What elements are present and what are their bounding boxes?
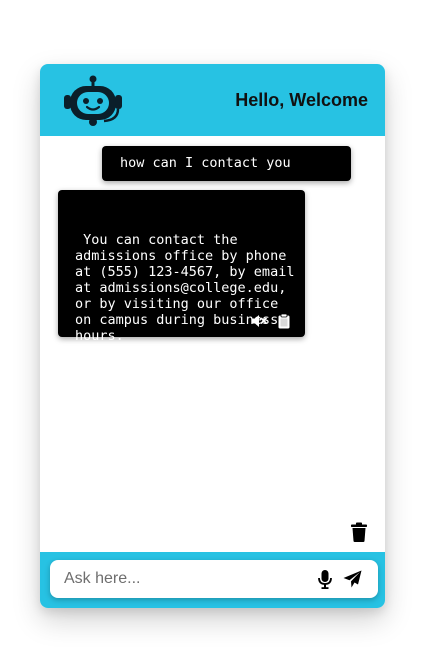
user-message-bubble: how can I contact you xyxy=(102,146,351,181)
chat-messages-area: how can I contact you You can contact th… xyxy=(40,136,385,552)
bot-message-actions xyxy=(251,313,292,329)
trash-icon[interactable] xyxy=(350,522,368,542)
clipboard-icon[interactable] xyxy=(276,313,292,329)
composer xyxy=(50,560,378,598)
bot-message-bubble: You can contact the admissions office by… xyxy=(58,190,305,344)
user-message-text: how can I contact you xyxy=(120,155,291,171)
chat-header: Hello, Welcome xyxy=(40,64,385,136)
chat-widget: Hello, Welcome how can I contact you You… xyxy=(40,64,385,608)
volume-mute-icon[interactable] xyxy=(251,313,267,329)
microphone-icon[interactable] xyxy=(318,570,332,589)
chat-footer xyxy=(40,552,385,608)
send-icon[interactable] xyxy=(343,570,362,588)
robot-icon xyxy=(64,75,122,126)
ask-input[interactable] xyxy=(64,560,304,598)
header-title: Hello, Welcome xyxy=(235,90,368,110)
